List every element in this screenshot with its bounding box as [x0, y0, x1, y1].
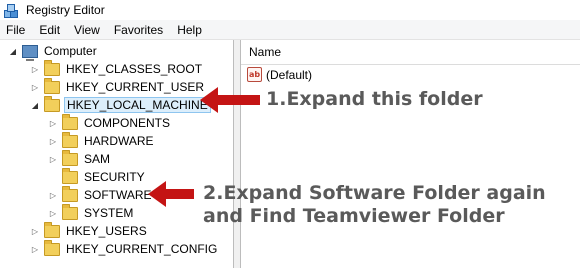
tree-item-hkey-current-user[interactable]: ▷ HKEY_CURRENT_USER: [30, 77, 206, 96]
expand-arrow-icon[interactable]: ▷: [30, 64, 40, 74]
folder-icon: [62, 203, 78, 220]
value-name: (Default): [266, 67, 313, 82]
computer-icon: [22, 44, 38, 61]
tree-item-label: SYSTEM: [84, 206, 134, 220]
arrow-shaft: [165, 189, 194, 199]
tree-item-label: HKEY_LOCAL_MACHINE: [64, 97, 211, 113]
menu-view[interactable]: View: [67, 23, 107, 37]
string-value-icon: ab: [247, 67, 262, 82]
column-header-label: Name: [249, 45, 282, 59]
collapse-arrow-icon[interactable]: ◢: [8, 46, 18, 56]
folder-icon: [44, 95, 60, 112]
folder-icon: [62, 167, 78, 184]
tree-item-hkey-current-config[interactable]: ▷ HKEY_CURRENT_CONFIG: [30, 239, 219, 258]
folder-icon: [62, 113, 78, 130]
folder-icon: [62, 149, 78, 166]
tree-item-label: COMPONENTS: [84, 116, 171, 130]
folder-icon: [44, 221, 60, 238]
expand-arrow-icon[interactable]: ▷: [30, 244, 40, 254]
folder-icon: [62, 131, 78, 148]
menu-favorites[interactable]: Favorites: [107, 23, 170, 37]
tree-item-hkey-users[interactable]: ▷ HKEY_USERS: [30, 221, 149, 240]
collapse-arrow-icon[interactable]: ◢: [30, 100, 40, 110]
value-row[interactable]: ab (Default): [247, 67, 312, 82]
expand-arrow-icon[interactable]: ▷: [48, 136, 58, 146]
tree-item-label: HKEY_USERS: [66, 224, 147, 238]
registry-editor-icon: [4, 3, 20, 18]
folder-icon: [44, 59, 60, 76]
expand-arrow-icon[interactable]: ▷: [30, 226, 40, 236]
menu-bar: File Edit View Favorites Help: [0, 20, 580, 40]
tree-item-hardware[interactable]: ▷ HARDWARE: [48, 131, 156, 150]
window-title: Registry Editor: [26, 3, 105, 17]
tree-item-system[interactable]: ▷ SYSTEM: [48, 203, 135, 222]
tree-item-label: HKEY_CURRENT_USER: [66, 80, 205, 94]
tree-item-hkey-classes-root[interactable]: ▷ HKEY_CLASSES_ROOT: [30, 59, 204, 78]
annotation-step-2-line-1: 2.Expand Software Folder again: [203, 182, 546, 204]
expand-arrow-icon[interactable]: ▷: [48, 208, 58, 218]
tree-item-label: SECURITY: [84, 170, 145, 184]
arrow-head-icon: [200, 87, 218, 113]
tree-item-sam[interactable]: ▷ SAM: [48, 149, 112, 168]
registry-tree[interactable]: ◢ Computer ▷ HKEY_CLASSES_ROOT ▷ HKEY_CU…: [0, 40, 234, 268]
tree-item-components[interactable]: ▷ COMPONENTS: [48, 113, 172, 132]
menu-edit[interactable]: Edit: [32, 23, 67, 37]
tree-item-computer[interactable]: ◢ Computer: [8, 42, 99, 61]
folder-icon: [44, 77, 60, 94]
expand-arrow-icon[interactable]: ▷: [30, 82, 40, 92]
tree-item-label: SOFTWARE: [84, 188, 152, 202]
annotation-step-1: 1.Expand this folder: [266, 88, 483, 110]
folder-icon: [62, 185, 78, 202]
values-pane[interactable]: Name ab (Default): [240, 40, 580, 268]
arrow-shaft: [217, 95, 260, 105]
annotation-arrow-2: [148, 181, 194, 207]
expand-arrow-icon[interactable]: ▷: [48, 118, 58, 128]
tree-item-label: SAM: [84, 152, 111, 166]
tree-item-label: Computer: [44, 44, 97, 58]
annotation-arrow-1: [200, 87, 260, 113]
column-header-name[interactable]: Name: [241, 40, 580, 65]
tree-item-label: HKEY_CURRENT_CONFIG: [66, 242, 218, 256]
title-bar: Registry Editor: [0, 0, 580, 20]
tree-item-label: HKEY_CLASSES_ROOT: [66, 62, 203, 76]
tree-item-software[interactable]: ▷ SOFTWARE: [48, 185, 154, 204]
menu-file[interactable]: File: [0, 23, 32, 37]
tree-item-hkey-local-machine[interactable]: ◢ HKEY_LOCAL_MACHINE: [30, 95, 211, 114]
menu-help[interactable]: Help: [170, 23, 209, 37]
tree-item-security[interactable]: SECURITY: [62, 167, 147, 186]
tree-item-label: HARDWARE: [84, 134, 154, 148]
arrow-head-icon: [148, 181, 166, 207]
expand-arrow-icon[interactable]: ▷: [48, 154, 58, 164]
folder-icon: [44, 239, 60, 256]
annotation-step-2-line-2: and Find Teamviewer Folder: [203, 205, 505, 227]
expand-arrow-icon[interactable]: ▷: [48, 190, 58, 200]
